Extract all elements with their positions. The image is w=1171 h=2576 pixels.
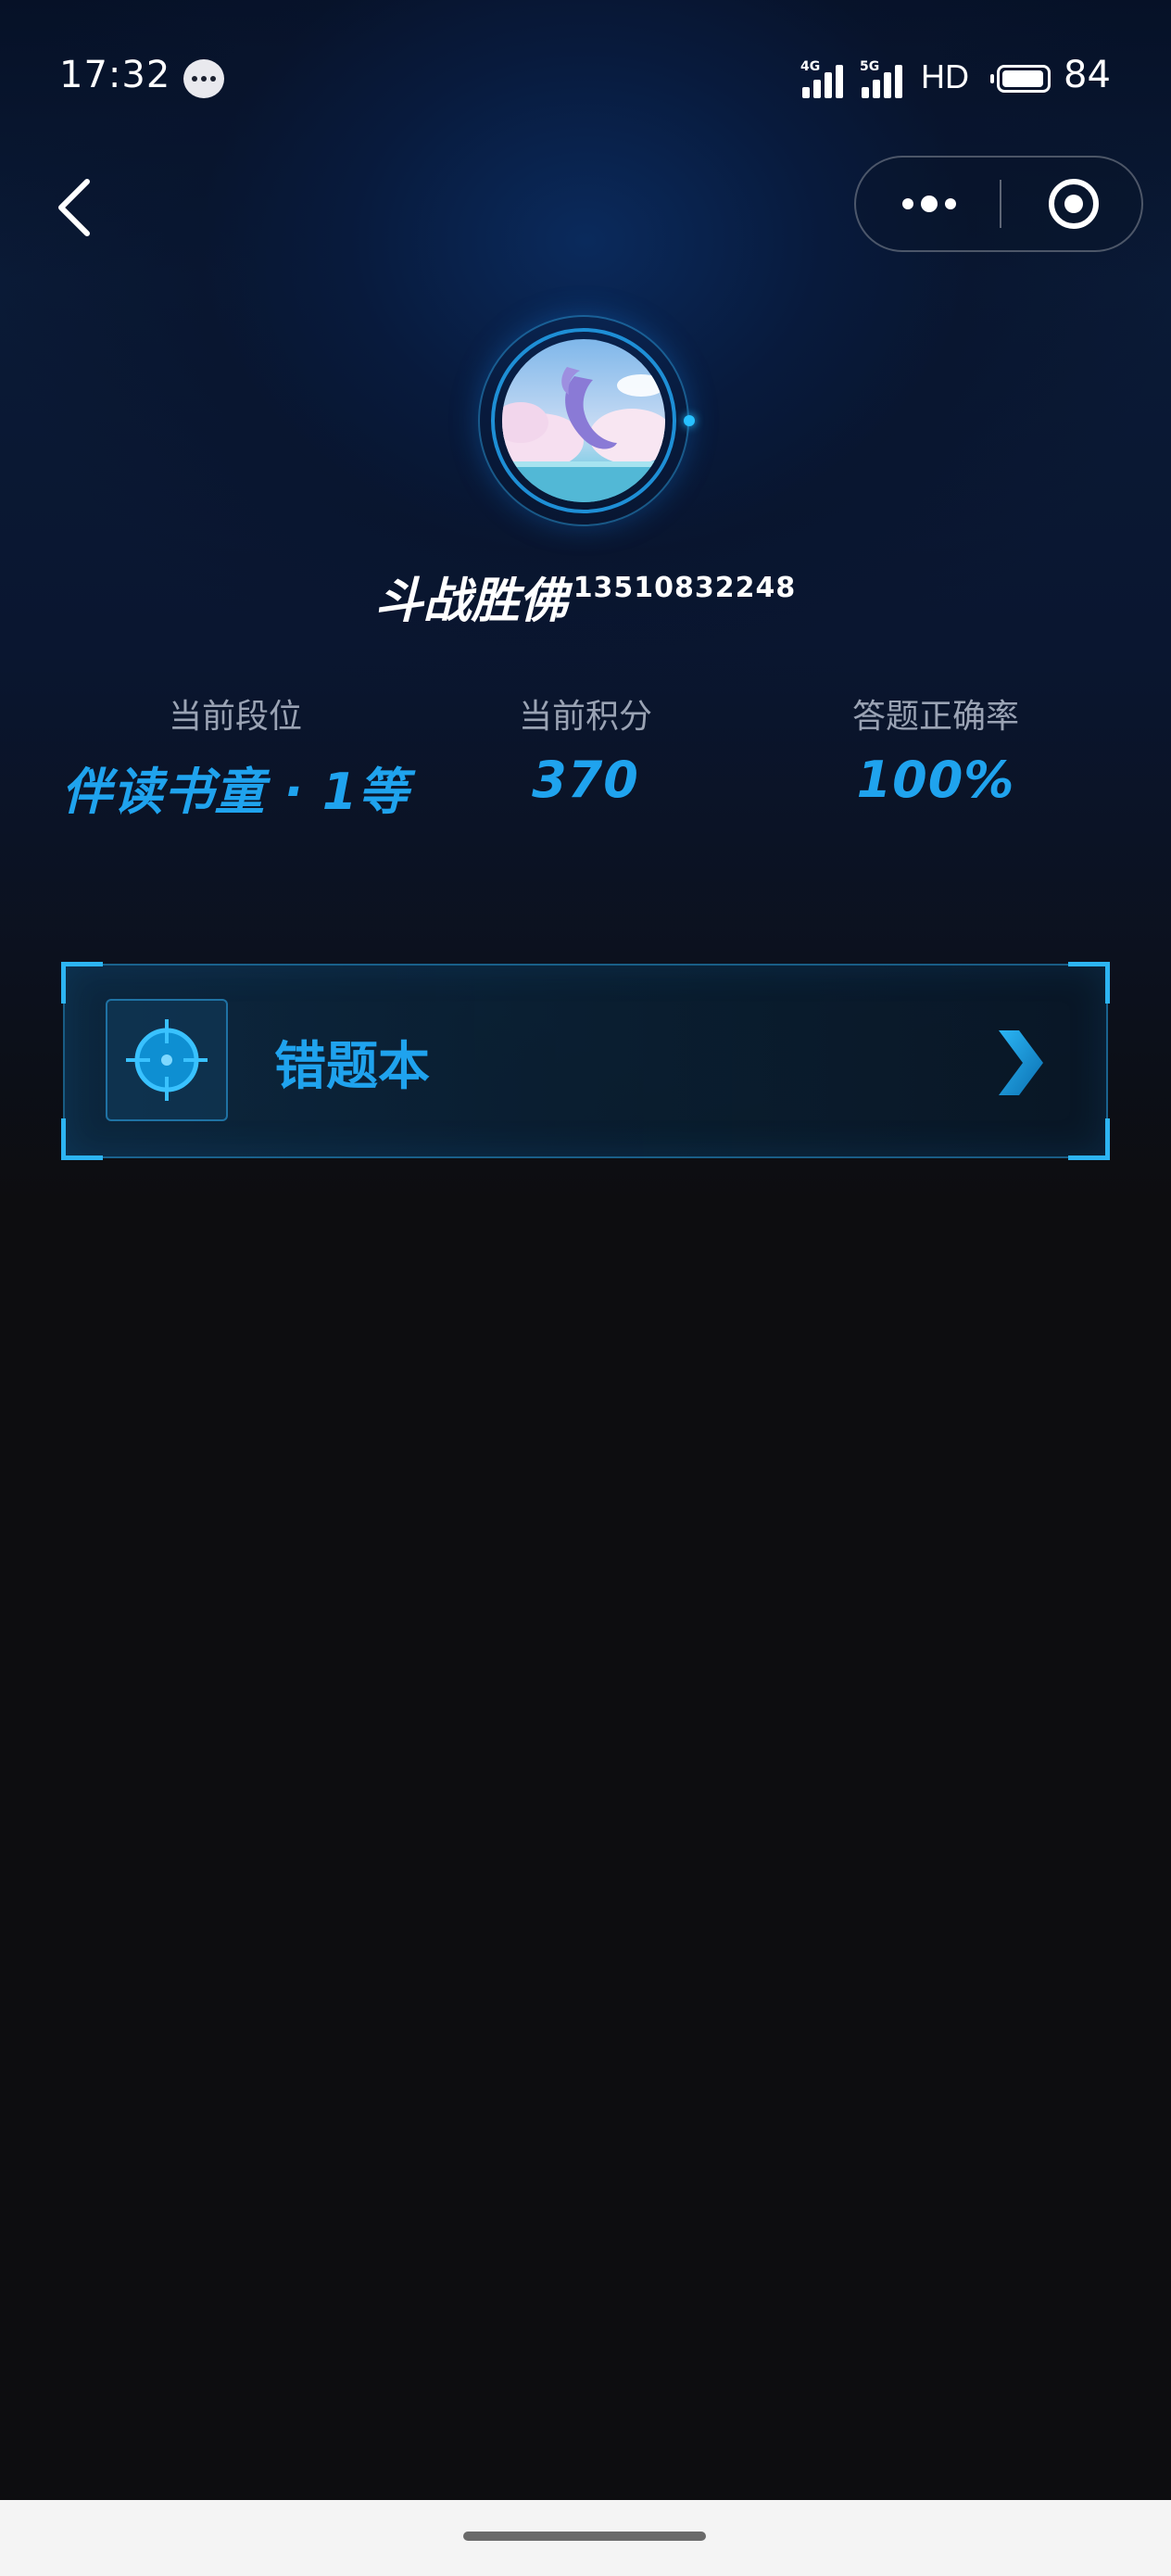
chevron-right-icon (982, 1021, 1056, 1105)
stat-label: 当前段位 (168, 698, 302, 736)
chevron-left-icon (58, 179, 90, 236)
corner-decoration (61, 1118, 103, 1160)
corner-decoration (1068, 1118, 1110, 1160)
stat-value: 100% (856, 751, 1015, 809)
avatar-frame (474, 311, 697, 534)
status-time: 17:32 (59, 54, 171, 96)
wrong-book-card[interactable]: 错题本 (61, 962, 1110, 1160)
battery-level: 84 (1064, 54, 1111, 96)
progress-dot (684, 415, 695, 426)
network-type-label: 4G (800, 59, 821, 74)
chat-notification-icon (183, 59, 224, 98)
avatar[interactable] (502, 339, 665, 502)
stat-accuracy: 答题正确率 100% (750, 689, 1121, 809)
hd-voice-label: HD (921, 57, 969, 95)
more-dots-icon (902, 198, 913, 209)
user-name: 斗战胜佛 (374, 574, 568, 629)
wrong-book-title: 错题本 (274, 1037, 430, 1097)
user-name-row: 斗战胜佛 13510832248 (0, 562, 1171, 636)
avatar-image (502, 339, 665, 502)
home-bar-area (0, 2500, 1171, 2576)
corner-decoration (1068, 962, 1110, 1004)
stat-label: 当前积分 (518, 698, 652, 736)
corner-decoration (61, 962, 103, 1004)
signal-4g-icon: 4G (800, 57, 849, 98)
status-bar: 17:32 4G 5G HD 84 (0, 0, 1171, 158)
network-type-label: 5G (860, 59, 880, 74)
battery-icon (990, 65, 1051, 93)
stat-value: 370 (532, 751, 639, 809)
user-phone: 13510832248 (573, 572, 797, 604)
stat-value: 伴读书童 · 1等 (61, 763, 409, 821)
crosshair-icon-box (106, 999, 228, 1121)
back-button[interactable] (46, 165, 111, 250)
stat-points: 当前积分 370 (400, 689, 771, 809)
stat-label: 答题正确率 (851, 698, 1019, 736)
stat-rank: 当前段位 伴读书童 · 1等 (50, 689, 421, 824)
home-indicator[interactable] (463, 2532, 706, 2541)
signal-5g-icon: 5G (860, 57, 908, 98)
more-button[interactable] (856, 158, 999, 250)
mini-program-capsule (854, 156, 1143, 252)
crosshair-icon (126, 1019, 208, 1101)
close-button[interactable] (1002, 158, 1141, 250)
capsule-divider (1000, 180, 1001, 228)
